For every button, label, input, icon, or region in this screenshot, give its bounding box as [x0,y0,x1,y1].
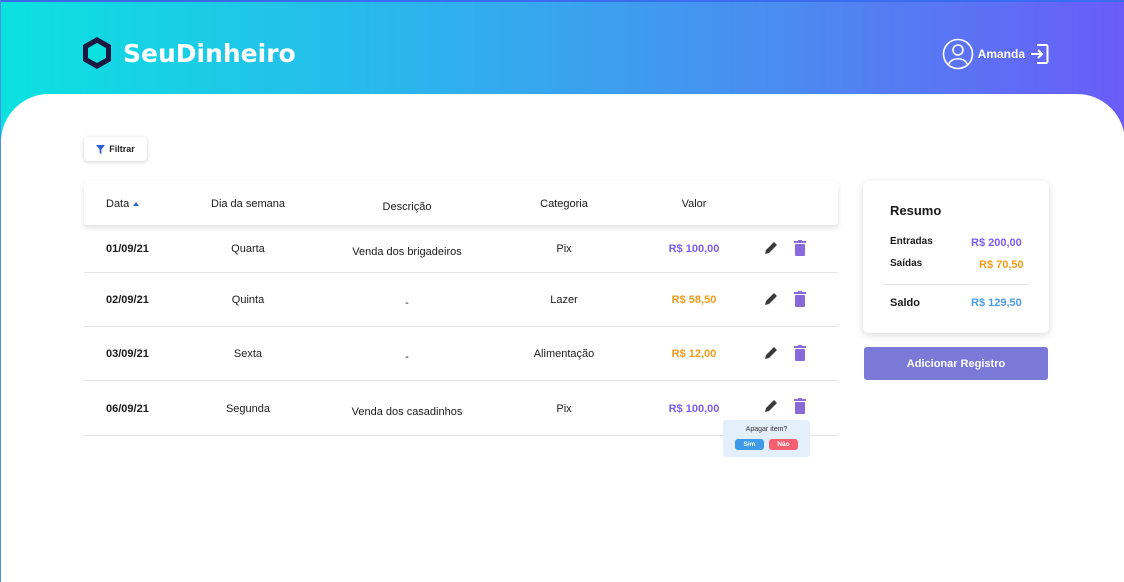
row-weekday: Sexta [233,348,263,360]
row-weekday: Quinta [231,294,265,306]
row-date: 01/09/21 [106,243,149,255]
table-row: 02/09/21 Quinta - Lazer R$ 58,50 [84,273,838,327]
user-avatar-icon[interactable] [942,38,974,70]
filter-icon [96,144,106,154]
user-name: Amanda [977,47,1025,61]
pencil-icon[interactable] [764,346,778,360]
trash-icon[interactable] [794,398,806,414]
summary-card: Resumo Entradas R$ 200,00 Saídas R$ 70,5… [863,181,1049,333]
summary-saidas-value: R$ 70,50 [979,259,1024,271]
row-description: - [405,351,409,363]
trash-icon[interactable] [794,291,806,307]
summary-saldo-label: Saldo [890,297,920,309]
row-value: R$ 100,00 [668,403,720,415]
row-date: 06/09/21 [106,403,149,415]
column-header-date-label: Data [106,198,130,210]
row-category: Lazer [550,294,578,306]
summary-entradas-label: Entradas [890,236,933,247]
logo-hexagon-icon [83,37,111,69]
row-weekday: Quarta [231,243,265,255]
row-date: 03/09/21 [106,348,149,360]
summary-entradas-value: R$ 200,00 [971,237,1022,249]
trash-icon[interactable] [794,345,806,361]
user-menu[interactable]: Amanda [942,38,1049,70]
row-weekday: Segunda [225,403,271,415]
filter-label: Filtrar [109,144,135,154]
sort-up-icon[interactable] [133,202,140,206]
delete-confirm-popover: Apagar item? Sim Não [723,420,810,457]
summary-saidas-label: Saídas [890,258,923,269]
row-value: R$ 58,50 [671,294,717,306]
table-row: 03/09/21 Sexta - Alimentação R$ 12,00 [84,327,838,381]
trash-icon[interactable] [794,240,806,256]
column-header-description: Descrição [382,201,432,213]
summary-divider [883,284,1029,285]
row-description: Venda dos brigadeiros [352,246,462,258]
column-header-date[interactable]: Data [106,198,140,210]
add-record-button[interactable]: Adicionar Registro [864,347,1048,380]
row-description: - [405,297,409,309]
row-description: Venda dos casadinhos [351,406,463,418]
app-title: SeuDinheiro [123,38,296,68]
column-header-category: Categoria [540,198,588,210]
logo[interactable]: SeuDinheiro [81,36,296,70]
confirm-yes-button[interactable]: Sim [735,439,764,450]
row-date: 02/09/21 [106,294,149,306]
summary-saldo-value: R$ 129,50 [971,297,1022,309]
confirm-no-button[interactable]: Não [769,439,798,450]
delete-confirm-question: Apagar item? [745,426,788,433]
pencil-icon[interactable] [764,399,778,413]
row-category: Pix [556,403,572,415]
summary-title: Resumo [890,203,942,218]
filter-button[interactable]: Filtrar [84,137,147,161]
row-category: Alimentação [533,348,595,360]
row-value: R$ 100,00 [668,243,720,255]
pencil-icon[interactable] [764,241,778,255]
column-header-weekday: Dia da semana [211,198,285,210]
row-value: R$ 12,00 [671,348,717,360]
column-header-value: Valor [681,198,707,210]
logout-icon[interactable] [1029,43,1049,65]
row-category: Pix [556,243,572,255]
table-row: 01/09/21 Quarta Venda dos brigadeiros Pi… [84,219,838,273]
pencil-icon[interactable] [764,292,778,306]
